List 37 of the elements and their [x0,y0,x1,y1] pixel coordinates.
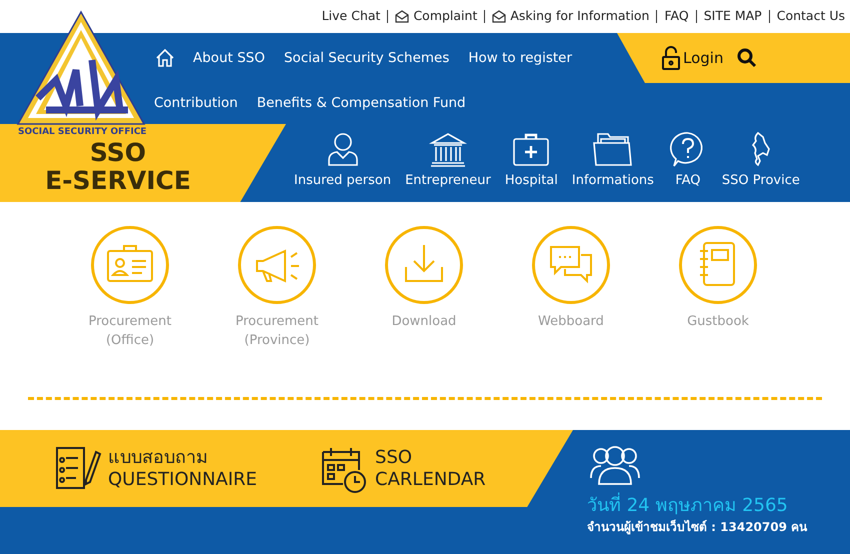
top-link[interactable]: FAQ [664,7,689,26]
promo-link[interactable]: แบบสอบถาม QUESTIONNAIRE [52,444,258,494]
search-icon[interactable] [737,48,758,68]
mail-link[interactable]: Asking for Information [492,7,650,26]
folder-icon [592,130,633,166]
promo-subtitle: QUESTIONNAIRE [108,468,258,490]
nav-link[interactable]: Benefits & Compensation Fund [256,93,466,114]
date-text: วันที่ 24 พฤษภาคม 2565 [587,494,808,518]
home-icon[interactable] [155,48,175,68]
nav-link[interactable]: About SSO [193,48,265,68]
category-link[interactable]: Informations [572,130,654,190]
bank-building-icon [428,130,468,166]
brand-subtitle: E-SERVICE [44,167,192,195]
brand-title: SSO [88,139,148,167]
category-link[interactable]: Hospital [504,130,558,190]
category-link[interactable]: Insured person [294,130,392,190]
login-button[interactable]: Login [661,46,724,70]
padlock-icon [661,46,681,70]
envelope-icon [395,10,410,23]
category-link[interactable]: SSO Provice [722,130,800,190]
envelope-icon [492,10,506,23]
top-link[interactable]: Live Chat [322,7,380,26]
category-link[interactable]: Entrepreneur [405,130,491,190]
logo-emblem[interactable] [16,10,146,126]
promo-title: SSO [375,446,414,468]
mail-link[interactable]: Complaint [395,7,478,26]
promo-title: แบบสอบถาม [108,446,209,468]
promo-link[interactable]: SSO CARLENDAR [319,444,486,494]
top-link[interactable]: SITE MAP [704,7,762,26]
top-link[interactable]: Contact Us [776,7,845,26]
promo-subtitle: CARLENDAR [375,468,486,490]
nav-link[interactable]: How to register [468,48,572,68]
nav-link[interactable]: Social Security Schemes [284,48,450,68]
organization-name: SOCIAL SECURITY OFFICE [18,128,148,137]
category-link[interactable]: FAQ [668,130,708,190]
nav-link[interactable]: Contribution [154,93,238,114]
visitor-count: จำนวนผู้เข้าชมเว็บไซต์ : 13420709 คน [587,518,808,536]
